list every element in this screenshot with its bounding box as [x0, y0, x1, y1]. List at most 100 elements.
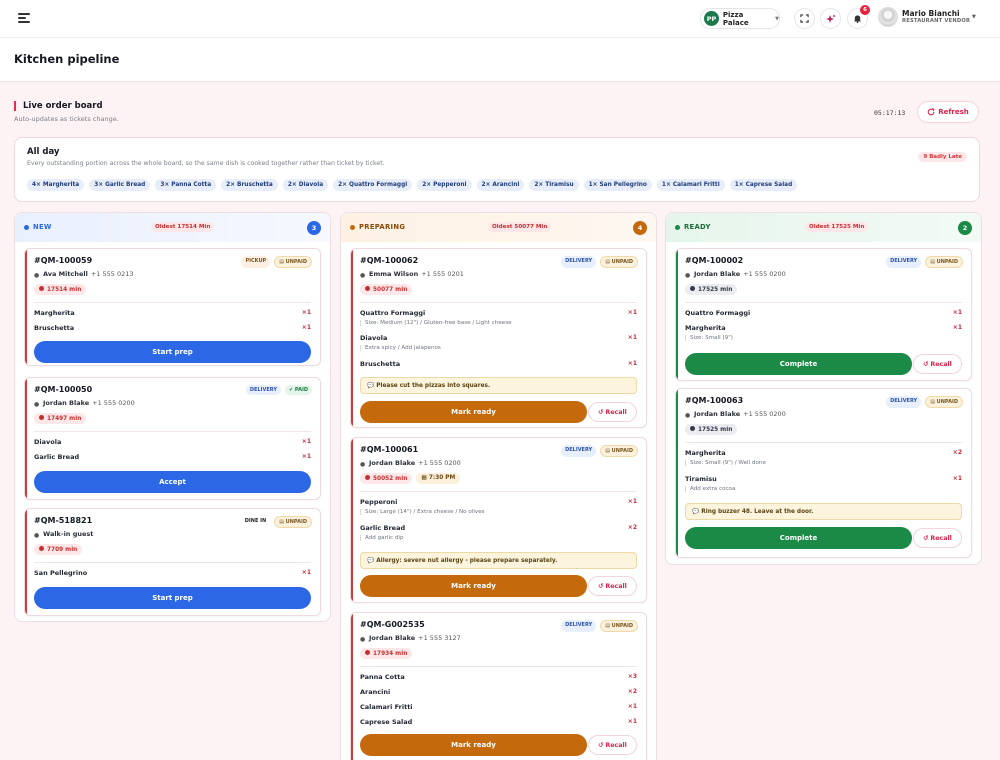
clock-icon: [365, 650, 370, 655]
badly-late-badge: 9 Badly Late: [918, 152, 967, 162]
elapsed-time: 7709 min: [34, 544, 83, 555]
fullscreen-button[interactable]: [794, 8, 815, 29]
start-prep-button[interactable]: Start prep: [34, 341, 311, 363]
order-id: #QM-100062: [360, 256, 419, 265]
mark-ready-button[interactable]: Mark ready: [360, 575, 587, 597]
store-selector[interactable]: PP Pizza Palace ▼: [700, 8, 780, 29]
user-role: RESTAURANT VENDOR: [902, 18, 971, 24]
mark-ready-button[interactable]: Mark ready: [360, 734, 587, 756]
oldest-badge: Oldest 50077 Min: [488, 222, 552, 232]
item-qty: ×1: [952, 475, 962, 482]
item-name: Diavola: [34, 438, 62, 446]
column-title: PREPARING: [359, 223, 406, 231]
recall-button[interactable]: ↺ Recall: [588, 735, 637, 755]
order-card[interactable]: #QM-100061 DELIVERY ▤ UNPAID ● Jordan Bla…: [350, 437, 647, 603]
payment-badge: ▤ UNPAID: [925, 396, 963, 408]
item-name: Margherita: [34, 309, 75, 317]
column-preparing: PREPARING Oldest 50077 Min 4 #QM-100062 …: [340, 212, 657, 760]
note-icon: 💬: [367, 383, 375, 389]
refresh-button[interactable]: Refresh: [917, 101, 979, 123]
notification-count-badge: 6: [860, 5, 870, 15]
item-modifiers: Add garlic dip: [360, 535, 404, 541]
payment-badge: ▤ UNPAID: [274, 256, 312, 268]
note-icon: 💬: [692, 509, 700, 515]
fulfillment-badge: DELIVERY: [561, 620, 597, 632]
order-card[interactable]: #QM-100002 DELIVERY ▤ UNPAID ● Jordan Bla…: [675, 248, 972, 381]
item-name: Quattro Formaggi: [360, 309, 426, 317]
all-day-title: All day: [27, 147, 60, 157]
item-modifiers: Add extra cocoa: [685, 486, 735, 492]
chevron-down-icon[interactable]: ▼: [972, 14, 976, 20]
status-dot: [675, 225, 680, 230]
undo-icon: ↺: [598, 582, 604, 590]
ai-assistant-button[interactable]: [820, 8, 841, 29]
item-modifiers: Extra spicy / Add jalapenos: [360, 345, 441, 351]
order-note: 💬 Allergy: severe nut allergy - please p…: [360, 552, 637, 569]
notifications-button[interactable]: 6: [847, 5, 870, 29]
fulfillment-badge: DINE IN: [240, 516, 271, 528]
order-card[interactable]: #QM-100050 DELIVERY ✔ PAID ● Jordan Blake…: [24, 377, 321, 500]
order-id: #QM-100002: [685, 256, 744, 265]
sparkle-icon: [825, 14, 835, 23]
start-prep-button[interactable]: Start prep: [34, 587, 311, 609]
customer-info: ● Jordan Blake +1 555 0200: [685, 410, 786, 419]
item-name: San Pellegrino: [34, 569, 88, 577]
scheduled-time: ▦ 7:30 PM: [416, 473, 461, 484]
item-qty: ×1: [301, 453, 311, 460]
item-modifiers: Size: Large (14") / Extra cheese / No ol…: [360, 509, 485, 515]
item-qty: ×3: [627, 673, 637, 680]
clock-icon: [690, 286, 695, 291]
customer-info: ● Jordan Blake +1 555 3127: [360, 634, 461, 643]
column-count-badge: 3: [307, 221, 321, 235]
recall-button[interactable]: ↺ Recall: [913, 528, 962, 548]
column-header: NEW Oldest 17514 Min 3: [15, 213, 330, 242]
complete-button[interactable]: Complete: [685, 353, 912, 375]
person-icon: ●: [360, 461, 366, 468]
item-qty: ×1: [627, 703, 637, 710]
item-qty: ×1: [627, 498, 637, 505]
order-id: #QM-100061: [360, 445, 419, 454]
recall-button[interactable]: ↺ Recall: [913, 354, 962, 374]
person-icon: ●: [360, 636, 366, 643]
all-day-chips: 4× Margherita 3× Garlic Bread 3× Panna C…: [27, 179, 798, 191]
item-qty: ×1: [952, 309, 962, 316]
recall-button[interactable]: ↺ Recall: [588, 402, 637, 422]
elapsed-time: 17525 min: [685, 284, 738, 295]
order-card[interactable]: #QM-100059 PICKUP ▤ UNPAID ● Ava Mitchell…: [24, 248, 321, 366]
fulfillment-badge: DELIVERY: [886, 256, 922, 268]
elapsed-time: 17934 min: [360, 648, 413, 659]
payment-badge: ▤ UNPAID: [600, 620, 638, 632]
person-icon: ●: [34, 401, 40, 408]
item-modifiers: Size: Medium (12") / Gluten-free base / …: [360, 320, 512, 326]
hamburger-icon[interactable]: [18, 13, 30, 23]
order-id: #QM-100050: [34, 385, 93, 394]
fulfillment-badge: PICKUP: [241, 256, 271, 268]
refresh-icon: [927, 108, 935, 116]
complete-button[interactable]: Complete: [685, 527, 912, 549]
accept-button[interactable]: Accept: [34, 471, 311, 493]
avatar[interactable]: [878, 7, 898, 27]
customer-info: ● Emma Wilson +1 555 0201: [360, 270, 464, 279]
order-card[interactable]: #QM-518821 DINE IN ▤ UNPAID ● Walk-in gue…: [24, 508, 321, 616]
board-subtitle: Auto-updates as tickets change.: [14, 115, 119, 123]
mark-ready-button[interactable]: Mark ready: [360, 401, 587, 423]
elapsed-time: 17525 min: [685, 424, 738, 435]
payment-badge: ▤ UNPAID: [274, 516, 312, 528]
order-card[interactable]: #QM-100062 DELIVERY ▤ UNPAID ● Emma Wilso…: [350, 248, 647, 428]
recall-button[interactable]: ↺ Recall: [588, 576, 637, 596]
item-name: Tiramisu: [685, 475, 717, 483]
all-day-chip: 1× Calamari Fritti: [656, 179, 725, 191]
elapsed-time: 50052 min: [360, 473, 413, 484]
order-card[interactable]: #QM-100063 DELIVERY ▤ UNPAID ● Jordan Bla…: [675, 388, 972, 558]
fulfillment-badge: DELIVERY: [561, 256, 597, 268]
item-qty: ×2: [627, 524, 637, 531]
item-name: Bruschetta: [34, 324, 75, 332]
item-name: Margherita: [685, 324, 726, 332]
column-ready: READY Oldest 17525 Min 2 #QM-100002 DELI…: [665, 212, 982, 565]
order-card[interactable]: #QM-G002535 DELIVERY ▤ UNPAID ● Jordan Bl…: [350, 612, 647, 760]
order-id: #QM-G002535: [360, 620, 425, 629]
oldest-badge: Oldest 17514 Min: [151, 222, 215, 232]
item-name: Pepperoni: [360, 498, 398, 506]
fullscreen-icon: [800, 14, 809, 23]
refresh-label: Refresh: [938, 108, 969, 116]
